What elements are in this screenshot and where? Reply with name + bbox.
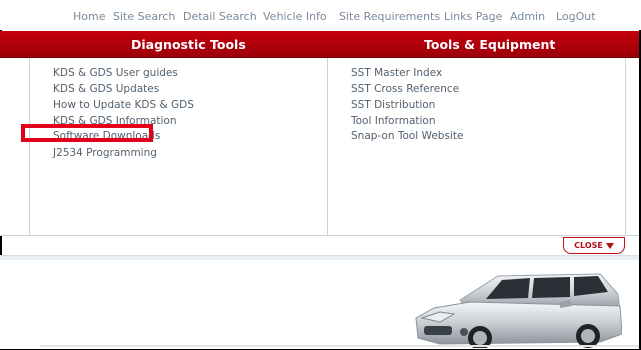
banner-top-strip [0, 256, 639, 260]
column-divider [29, 58, 30, 235]
nav-home[interactable]: Home [73, 10, 105, 23]
link-kds-gds-updates[interactable]: KDS & GDS Updates [53, 83, 159, 95]
nav-site-search[interactable]: Site Search [113, 10, 175, 23]
top-navigation: Home Site Search Detail Search Vehicle I… [0, 0, 641, 30]
section-header-bar: Diagnostic Tools Tools & Equipment [0, 31, 639, 58]
link-sst-cross-reference[interactable]: SST Cross Reference [351, 83, 459, 95]
close-button[interactable]: CLOSE [563, 237, 625, 254]
panel-bottom-border [0, 235, 639, 236]
suv-vehicle-image [415, 273, 622, 348]
nav-site-requirements[interactable]: Site Requirements [339, 10, 440, 23]
link-snap-on-tool-website[interactable]: Snap-on Tool Website [351, 130, 463, 142]
diagnostic-tools-header: Diagnostic Tools [131, 37, 246, 52]
close-label: CLOSE [574, 241, 603, 250]
software-downloads-highlight-box [21, 124, 153, 142]
triangle-down-icon [605, 242, 614, 249]
nav-links-page[interactable]: Links Page [444, 10, 502, 23]
link-tool-information[interactable]: Tool Information [351, 115, 436, 127]
link-sst-distribution[interactable]: SST Distribution [351, 99, 435, 111]
link-kds-gds-user-guides[interactable]: KDS & GDS User guides [53, 67, 178, 79]
bottom-rule [40, 345, 639, 347]
nav-logout[interactable]: LogOut [556, 10, 596, 23]
column-divider [327, 58, 328, 235]
column-divider [625, 58, 626, 235]
nav-admin[interactable]: Admin [510, 10, 545, 23]
tools-equipment-header: Tools & Equipment [424, 37, 556, 52]
link-how-to-update-kds-gds[interactable]: How to Update KDS & GDS [53, 99, 194, 111]
link-j2534-programming[interactable]: J2534 Programming [53, 147, 157, 159]
link-sst-master-index[interactable]: SST Master Index [351, 67, 442, 79]
nav-detail-search[interactable]: Detail Search [183, 10, 257, 23]
nav-vehicle-info[interactable]: Vehicle Info [263, 10, 327, 23]
